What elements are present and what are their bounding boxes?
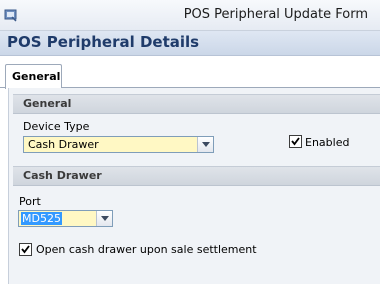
device-type-label: Device Type <box>23 120 90 133</box>
open-drawer-checkbox[interactable] <box>19 243 32 256</box>
tab-general[interactable]: General <box>5 64 62 89</box>
section-title-general: General <box>23 97 72 110</box>
device-type-value: Cash Drawer <box>28 138 99 151</box>
tab-panel-general: General Device Type Cash Drawer Enabled … <box>8 88 380 284</box>
port-value-wrapper: MD525 <box>21 212 62 225</box>
page-title: POS Peripheral Details <box>7 33 200 51</box>
port-dropdown-button[interactable] <box>96 211 112 226</box>
window-title: POS Peripheral Update Form <box>183 7 368 22</box>
enabled-checkbox[interactable] <box>289 135 302 148</box>
title-bar: POS Peripheral Update Form <box>0 0 380 31</box>
device-type-select[interactable]: Cash Drawer <box>23 136 214 153</box>
chevron-down-icon <box>202 142 210 147</box>
section-header-general: General <box>13 94 380 114</box>
section-title-cash-drawer: Cash Drawer <box>23 169 102 182</box>
checkmark-icon <box>291 137 300 146</box>
section-header-cash-drawer: Cash Drawer <box>13 166 380 186</box>
port-select[interactable]: MD525 <box>18 210 113 227</box>
device-type-dropdown-button[interactable] <box>197 137 213 152</box>
open-drawer-label: Open cash drawer upon sale settlement <box>36 243 257 256</box>
tab-general-label: General <box>12 70 61 83</box>
checkmark-icon <box>21 245 30 254</box>
enabled-label: Enabled <box>305 136 350 149</box>
tab-strip: General <box>0 56 380 89</box>
port-value: MD525 <box>21 212 62 225</box>
app-window-icon[interactable] <box>4 8 18 22</box>
port-label: Port <box>19 195 41 208</box>
form-header: POS Peripheral Details <box>0 31 380 56</box>
chevron-down-icon <box>101 216 109 221</box>
